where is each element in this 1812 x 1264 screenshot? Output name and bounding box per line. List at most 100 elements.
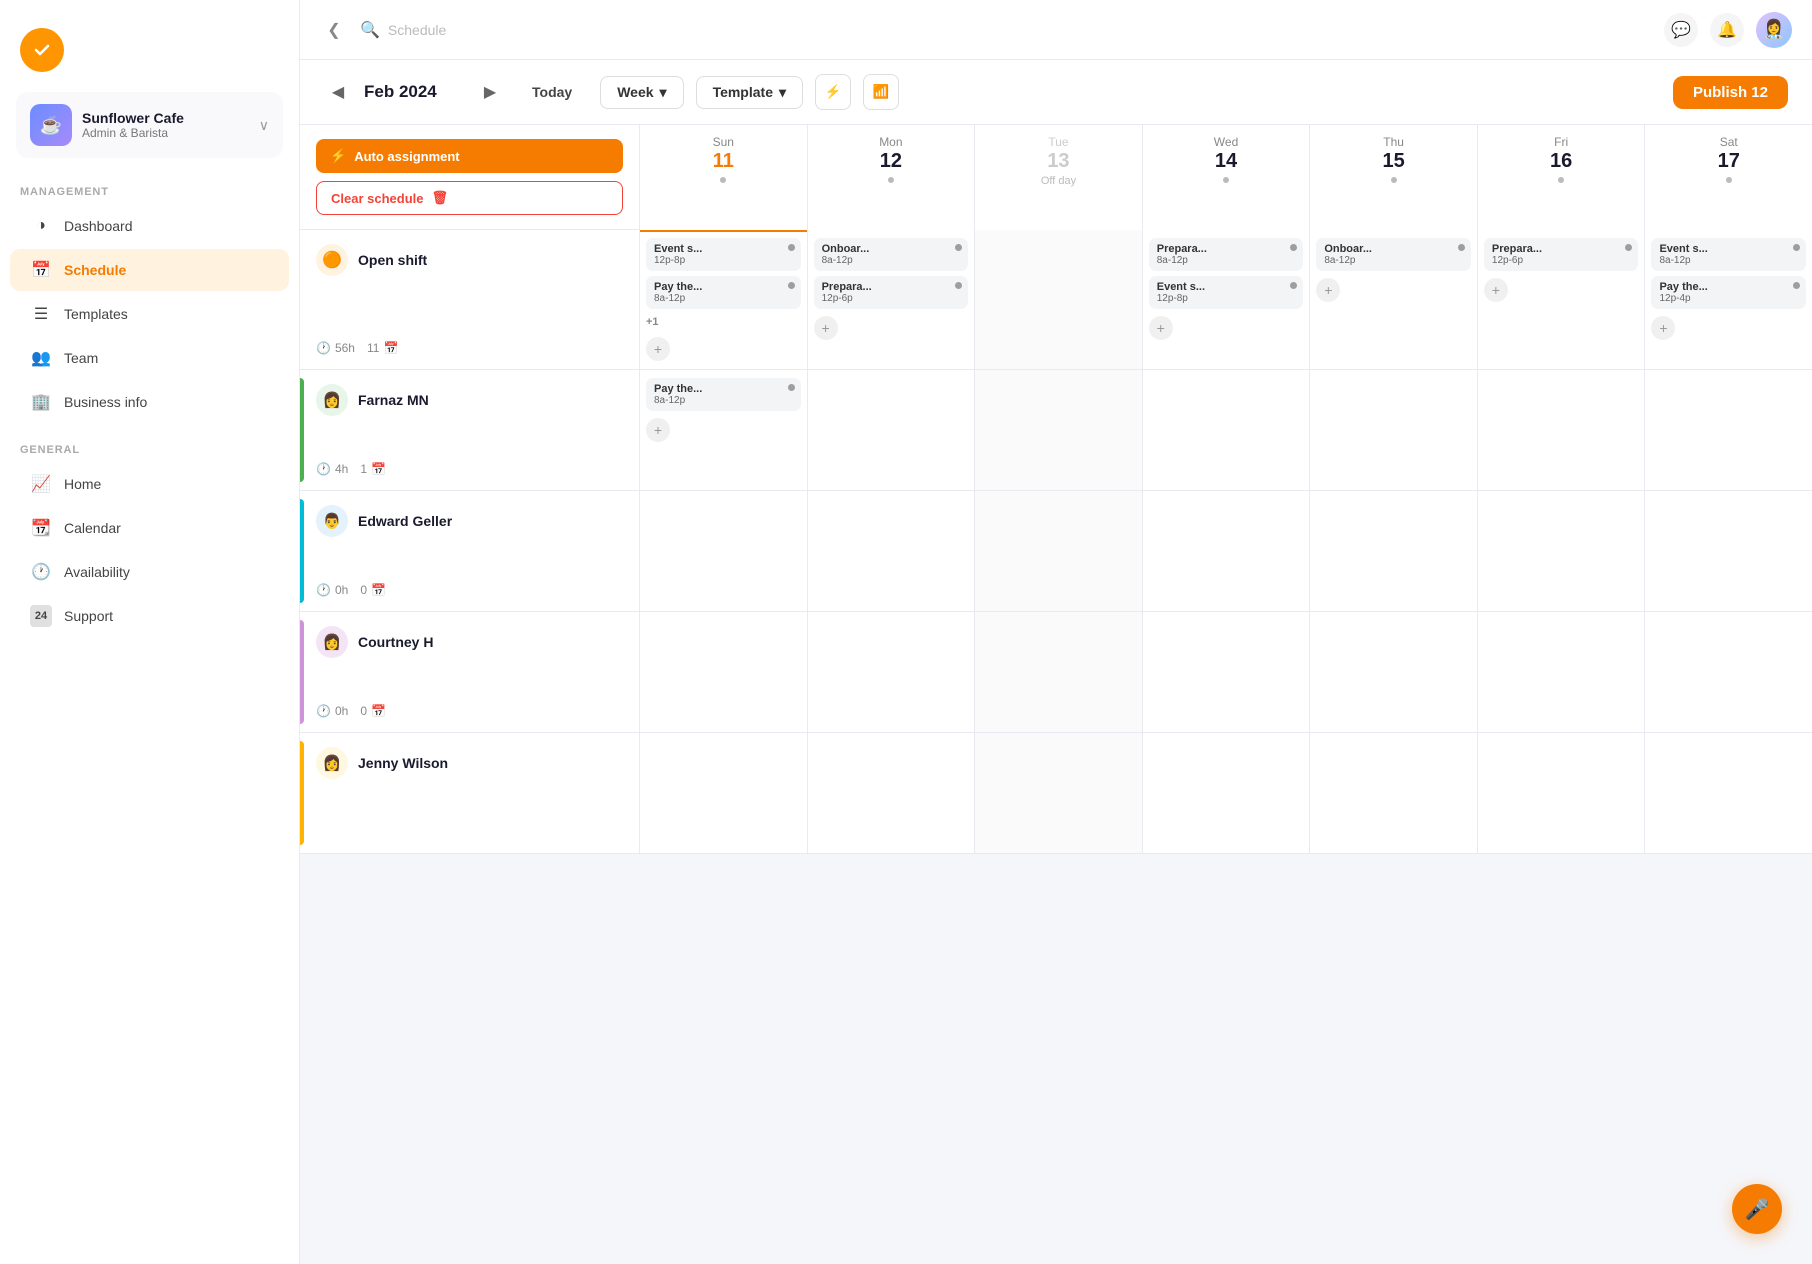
schedule-content: ⚡ Auto assignment Clear schedule 🗑 Sun 1… <box>300 125 1812 1264</box>
voice-fab-button[interactable]: 🎤 <box>1732 1184 1782 1234</box>
logo-area <box>0 16 299 92</box>
shift-card[interactable]: Pay the... 8a-12p <box>646 378 801 411</box>
sidebar-item-label: Dashboard <box>64 218 133 234</box>
day-header-tue: Tue 13 Off day <box>975 125 1143 230</box>
add-shift-button[interactable]: + <box>1149 316 1173 340</box>
sidebar-item-availability[interactable]: 🕐 Availability <box>10 551 289 593</box>
sidebar-item-label: Calendar <box>64 520 121 536</box>
clear-schedule-button[interactable]: Clear schedule 🗑 <box>316 181 623 215</box>
shift-card[interactable]: Onboar... 8a-12p <box>814 238 969 271</box>
jenny-person: 👩 Jenny Wilson <box>316 747 623 779</box>
shift-time: 12p-6p <box>822 293 961 304</box>
signal-button[interactable]: 📶 <box>863 74 899 110</box>
template-label: Template <box>713 84 773 100</box>
prev-week-button[interactable]: ◀ <box>324 78 352 106</box>
day-dot <box>1558 177 1564 183</box>
add-shift-button[interactable]: + <box>814 316 838 340</box>
templates-icon: ☰ <box>30 303 52 325</box>
sidebar-item-home[interactable]: 📈 Home <box>10 463 289 505</box>
shift-name: Event s... <box>1659 243 1798 255</box>
auto-assign-button[interactable]: ⚡ Auto assignment <box>316 139 623 173</box>
hours-value: 4h <box>335 462 348 476</box>
edward-days <box>640 491 1812 611</box>
shift-card[interactable]: Prepara... 8a-12p <box>1149 238 1304 271</box>
shift-card[interactable]: Prepara... 12p-6p <box>814 276 969 309</box>
jenny-info: 👩 Jenny Wilson <box>300 733 640 853</box>
day-header-thu: Thu 15 <box>1310 125 1478 230</box>
shift-card[interactable]: Event s... 8a-12p <box>1651 238 1806 271</box>
notifications-button[interactable]: 🔔 <box>1710 13 1744 47</box>
dashboard-icon: ◑ <box>30 215 52 237</box>
add-shift-button[interactable]: + <box>646 337 670 361</box>
courtney-cell-sat <box>1645 612 1812 732</box>
dropdown-arrow-icon: ▾ <box>660 84 667 101</box>
sidebar-item-calendar[interactable]: 📆 Calendar <box>10 507 289 549</box>
shift-card[interactable]: Event s... 12p-8p <box>1149 276 1304 309</box>
open-shift-avatar: 🟠 <box>316 244 348 276</box>
employee-bar <box>300 499 304 603</box>
microphone-icon: 🎤 <box>1745 1197 1770 1222</box>
shift-card[interactable]: Pay the... 8a-12p <box>646 276 801 309</box>
template-dropdown-button[interactable]: Template ▾ <box>696 76 803 109</box>
day-dot <box>1223 177 1229 183</box>
add-shift-button[interactable]: + <box>1651 316 1675 340</box>
sidebar-item-dashboard[interactable]: ◑ Dashboard <box>10 205 289 247</box>
open-shift-cell-mon: Onboar... 8a-12p Prepara... 12p-6p + <box>808 230 976 369</box>
sidebar-item-schedule[interactable]: 📅 Schedule <box>10 249 289 291</box>
next-week-button[interactable]: ▶ <box>476 78 504 106</box>
shifts-stat: 0 📅 <box>360 583 386 597</box>
jenny-avatar: 👩 <box>316 747 348 779</box>
shift-time: 12p-6p <box>1492 255 1631 266</box>
week-dropdown-button[interactable]: Week ▾ <box>600 76 683 109</box>
add-shift-button[interactable]: + <box>646 418 670 442</box>
shift-name: Onboar... <box>1324 243 1463 255</box>
farnaz-days: Pay the... 8a-12p + <box>640 370 1812 490</box>
filter-button[interactable]: ⚡ <box>815 74 851 110</box>
courtney-cell-thu <box>1310 612 1478 732</box>
add-shift-button[interactable]: + <box>1484 278 1508 302</box>
farnaz-stats: 🕐 4h 1 📅 <box>316 462 623 476</box>
day-number: 17 <box>1649 149 1808 173</box>
shift-name: Onboar... <box>822 243 961 255</box>
open-shift-name: Open shift <box>358 252 427 268</box>
hours-value: 0h <box>335 583 348 597</box>
shift-card[interactable]: Onboar... 8a-12p <box>1316 238 1471 271</box>
shift-card[interactable]: Event s... 12p-8p <box>646 238 801 271</box>
open-shift-person: 🟠 Open shift <box>316 244 623 276</box>
sidebar-item-support[interactable]: 24 Support <box>10 595 289 637</box>
open-shift-cell-sat: Event s... 8a-12p Pay the... 12p-4p + <box>1645 230 1812 369</box>
sidebar-item-business-info[interactable]: 🏢 Business info <box>10 381 289 423</box>
chevron-down-icon: ∨ <box>259 117 269 134</box>
hours-stat: 🕐 4h <box>316 462 348 476</box>
calendar-icon: 📅 <box>371 704 386 718</box>
messages-button[interactable]: 💬 <box>1664 13 1698 47</box>
shifts-stat: 0 📅 <box>360 704 386 718</box>
schedule-icon: 📅 <box>30 259 52 281</box>
user-avatar[interactable]: 👩‍⚕️ <box>1756 12 1792 48</box>
shift-time: 8a-12p <box>1659 255 1798 266</box>
collapse-sidebar-button[interactable]: ❮ <box>320 16 348 44</box>
shift-card[interactable]: Pay the... 12p-4p <box>1651 276 1806 309</box>
shift-card[interactable]: Prepara... 12p-6p <box>1484 238 1639 271</box>
shifts-stat: 1 📅 <box>360 462 386 476</box>
sidebar-item-team[interactable]: 👥 Team <box>10 337 289 379</box>
add-shift-button[interactable]: + <box>1316 278 1340 302</box>
current-date: Feb 2024 <box>364 82 464 102</box>
search-bar: 🔍 Schedule <box>360 20 1652 40</box>
today-button[interactable]: Today <box>516 77 588 107</box>
sidebar-item-templates[interactable]: ☰ Templates <box>10 293 289 335</box>
farnaz-cell-fri <box>1478 370 1646 490</box>
edward-cell-thu <box>1310 491 1478 611</box>
jenny-days <box>640 733 1812 853</box>
day-name: Sun <box>644 135 803 149</box>
day-number: 15 <box>1314 149 1473 173</box>
workspace-selector[interactable]: ☕ Sunflower Cafe Admin & Barista ∨ <box>16 92 283 158</box>
day-dot <box>888 177 894 183</box>
general-section-label: GENERAL <box>0 436 299 462</box>
topbar: ❮ 🔍 Schedule 💬 🔔 👩‍⚕️ <box>300 0 1812 60</box>
edward-row: 👨 Edward Geller 🕐 0h 0 📅 <box>300 491 1812 612</box>
publish-button[interactable]: Publish 12 <box>1673 76 1788 109</box>
day-header-wed: Wed 14 <box>1143 125 1311 230</box>
shift-dot <box>1290 282 1297 289</box>
availability-icon: 🕐 <box>30 561 52 583</box>
